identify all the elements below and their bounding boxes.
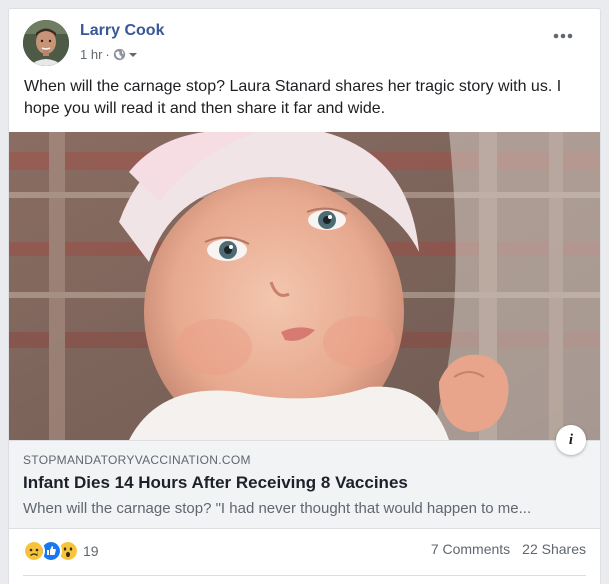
reaction-count: 19 <box>83 543 99 559</box>
link-preview-image[interactable] <box>9 132 600 440</box>
avatar-image <box>23 20 69 66</box>
post-header: Larry Cook 1 hr · <box>23 20 583 68</box>
chevron-down-icon[interactable] <box>128 50 138 60</box>
post-footer: 19 7 Comments 22 Shares <box>23 540 586 562</box>
meta-separator: · <box>105 47 110 62</box>
post-card: Larry Cook 1 hr · When will the carnage … <box>8 8 601 584</box>
more-options-icon[interactable] <box>553 32 573 40</box>
globe-icon[interactable] <box>113 48 126 61</box>
author-avatar[interactable] <box>23 20 69 66</box>
infant-photo <box>9 132 600 440</box>
info-button[interactable]: i <box>556 425 586 455</box>
link-preview[interactable]: i STOPMANDATORYVACCINATION.COM Infant Di… <box>9 425 600 529</box>
post-text: When will the carnage stop? Laura Stanar… <box>24 78 562 117</box>
reactions-summary[interactable]: 19 <box>23 540 99 562</box>
comments-count[interactable]: 7 Comments <box>431 541 510 557</box>
author-name[interactable]: Larry Cook <box>80 22 164 40</box>
footer-divider <box>23 575 586 576</box>
link-domain: STOPMANDATORYVACCINATION.COM <box>23 453 251 467</box>
sad-reaction-icon <box>23 540 45 562</box>
shares-count[interactable]: 22 Shares <box>522 541 586 557</box>
post-meta: 1 hr · <box>80 47 138 62</box>
link-description: When will the carnage stop? "I had never… <box>23 500 532 517</box>
post-timestamp[interactable]: 1 hr <box>80 47 102 62</box>
link-title[interactable]: Infant Dies 14 Hours After Receiving 8 V… <box>23 473 408 493</box>
engagement-stats: 7 Comments 22 Shares <box>431 541 586 557</box>
